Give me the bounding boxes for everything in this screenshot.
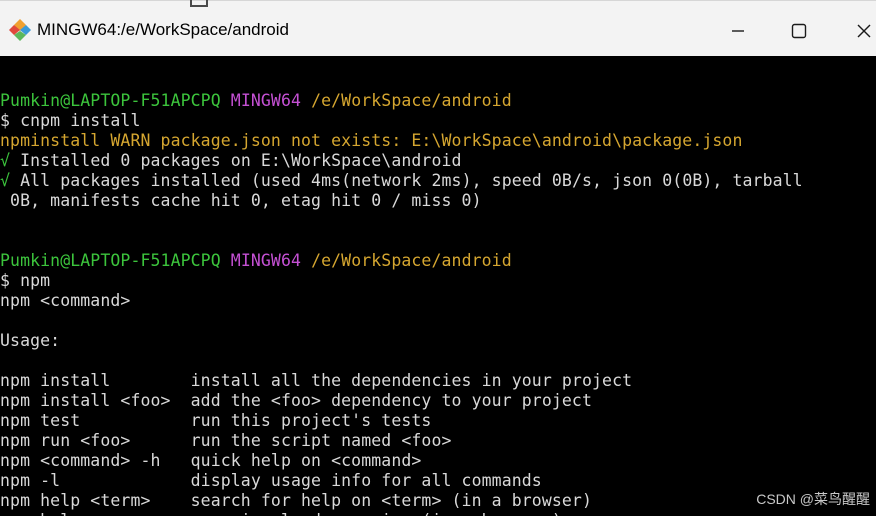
terminal-line: npm test run this project's tests [0, 411, 876, 431]
terminal-output[interactable]: Pumkin@LAPTOP-F51APCPQ MINGW64 /e/WorkSp… [0, 56, 876, 516]
terminal-text-segment: npm help <term> search for help on <term… [0, 491, 592, 510]
terminal-line: Usage: [0, 331, 876, 351]
background-window-fragment [120, 0, 230, 9]
window-titlebar[interactable]: MINGW64:/e/WorkSpace/android [0, 0, 876, 56]
terminal-text-segment: npminstall WARN package.json not exists:… [0, 131, 743, 150]
terminal-line: npm install <foo> add the <foo> dependen… [0, 391, 876, 411]
terminal-text-segment: npm install <foo> add the <foo> dependen… [0, 391, 592, 410]
terminal-text-segment: MINGW64 [230, 251, 312, 270]
git-bash-diamond-icon [8, 18, 32, 42]
terminal-line: 0B, manifests cache hit 0, etag hit 0 / … [0, 191, 876, 211]
terminal-line: √ Installed 0 packages on E:\WorkSpace\a… [0, 151, 876, 171]
terminal-text-segment: npm test run this project's tests [0, 411, 432, 430]
maximize-icon [791, 23, 807, 39]
minimize-icon [732, 30, 744, 32]
terminal-text-segment: Usage: [0, 331, 61, 350]
terminal-line: Pumkin@LAPTOP-F51APCPQ MINGW64 /e/WorkSp… [0, 91, 876, 111]
terminal-line: $ cnpm install [0, 111, 876, 131]
terminal-line: npm run <foo> run the script named <foo> [0, 431, 876, 451]
terminal-text-segment: MINGW64 [230, 91, 312, 110]
terminal-text-segment: npm run <foo> run the script named <foo> [0, 431, 452, 450]
terminal-line: npm install install all the dependencies… [0, 371, 876, 391]
terminal-line: npminstall WARN package.json not exists:… [0, 131, 876, 151]
terminal-text-segment: $ npm [0, 271, 51, 290]
window-title: MINGW64:/e/WorkSpace/android [37, 20, 289, 39]
close-icon [857, 24, 871, 38]
terminal-text-segment: npm install install all the dependencies… [0, 371, 633, 390]
terminal-text-segment: 0B, manifests cache hit 0, etag hit 0 / … [0, 191, 482, 210]
terminal-text-segment: npm help npm more involved overview (in … [0, 511, 562, 516]
background-window-icon [190, 0, 208, 7]
terminal-line: $ npm [0, 271, 876, 291]
terminal-text-segment: Pumkin@LAPTOP-F51APCPQ [0, 91, 231, 110]
csdn-watermark: CSDN @菜鸟醒醒 [756, 491, 870, 507]
terminal-line: npm <command> [0, 291, 876, 311]
maximize-button[interactable] [775, 15, 823, 47]
terminal-line: npm help npm more involved overview (in … [0, 511, 876, 516]
terminal-text-segment: Installed 0 packages on E:\WorkSpace\and… [10, 151, 462, 170]
terminal-text-segment: /e/WorkSpace/android [311, 91, 512, 110]
terminal-text-segment: √ [0, 171, 11, 190]
terminal-text-segment: npm <command> [0, 291, 131, 310]
terminal-text-segment: $ cnpm install [0, 111, 141, 130]
terminal-text-segment: √ [0, 151, 11, 170]
terminal-text-segment: Pumkin@LAPTOP-F51APCPQ [0, 251, 231, 270]
terminal-text-segment: npm -l display usage info for all comman… [0, 471, 542, 490]
terminal-line: √ All packages installed (used 4ms(netwo… [0, 171, 876, 191]
minimize-button[interactable] [714, 15, 762, 47]
terminal-text-segment: npm <command> -h quick help on <command> [0, 451, 422, 470]
terminal-text-segment: /e/WorkSpace/android [311, 251, 512, 270]
terminal-line: Pumkin@LAPTOP-F51APCPQ MINGW64 /e/WorkSp… [0, 251, 876, 271]
terminal-line: npm <command> -h quick help on <command> [0, 451, 876, 471]
terminal-line: npm help <term> search for help on <term… [0, 491, 876, 511]
terminal-line: npm -l display usage info for all comman… [0, 471, 876, 491]
terminal-text-segment: All packages installed (used 4ms(network… [10, 171, 803, 190]
close-button[interactable] [840, 15, 876, 47]
